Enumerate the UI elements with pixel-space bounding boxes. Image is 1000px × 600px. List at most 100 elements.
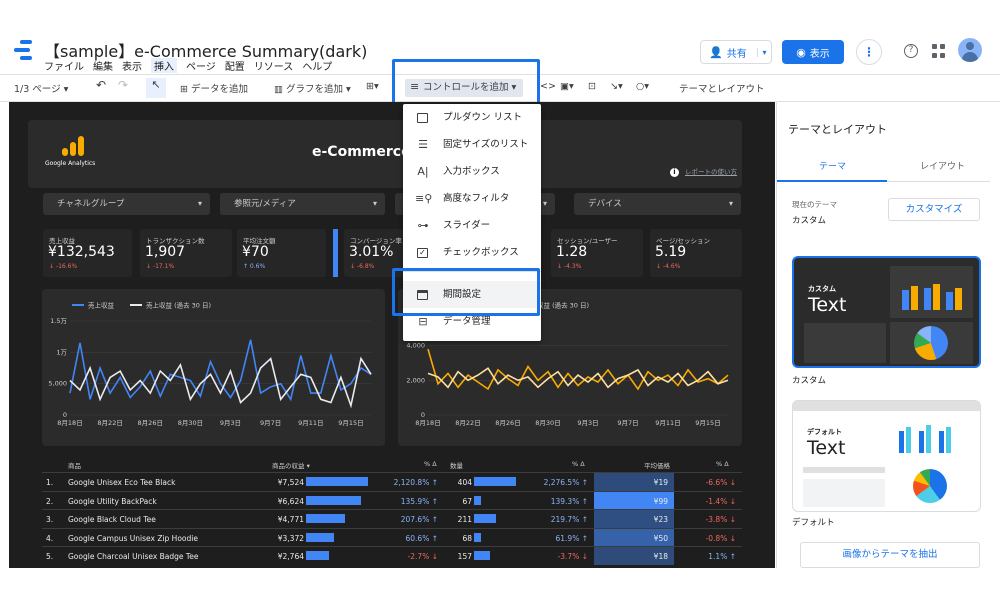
menu-item-dropdown-list[interactable]: プルダウン リスト [403,104,541,131]
chevron-down-icon[interactable]: ▾ [757,47,771,57]
table-row[interactable]: 5. Google Charcoal Unisex Badge Tee ¥2,764… [42,546,742,565]
kpi-revenue[interactable]: 売上収益 ¥132,543 ↓ -16.6% [43,229,132,277]
apps-icon[interactable] [932,44,946,58]
text-box-icon[interactable]: ⊡ [588,81,596,92]
legend-label: 売上収益 [88,301,115,310]
col-revenue[interactable]: 商品の収益 ▾ [272,460,310,470]
thumb-pie [913,469,947,503]
view-button[interactable]: ◉ 表示 [782,40,844,64]
revenue-line-chart[interactable]: 0 5,000 1万 1.5万 8月18日 8月22日 8月26日 8月30日 9月3日 9月7日… [42,289,385,446]
product-table[interactable]: 商品 商品の収益 ▾ % Δ 数量 % Δ 平均価格 % Δ 1. Google … [42,458,742,565]
col-price-delta[interactable]: % Δ [716,460,729,468]
qty-bar [474,532,481,542]
shape-tool-icon[interactable]: ○▾ [636,81,649,92]
select-pointer-icon[interactable]: ↖ [146,78,166,98]
x-tick-label: 8月26日 [138,419,163,427]
line-tool-icon[interactable]: ↘▾ [610,81,623,92]
theme-caption-custom: カスタム [792,376,827,386]
kpi-delta: ↑ 0.6% [243,263,266,270]
menu-item-input-box[interactable]: A| 入力ボックス [403,158,541,185]
theme-thumb-custom[interactable]: カスタム Text [792,256,981,368]
menu-item-label: データ管理 [443,316,491,327]
table-row[interactable]: 3. Google Black Cloud Tee ¥4,771 207.6% ↑ 21… [42,509,742,528]
image-icon[interactable]: ▣▾ [560,81,574,92]
table-row[interactable]: 2. Google Utility BackPack ¥6,624 135.9% ↑ 6… [42,490,742,510]
page-selector[interactable]: 1/3 ページ ▾ [14,81,68,95]
theme-layout-button[interactable]: テーマとレイアウト [679,81,765,95]
revenue-bar [306,532,334,542]
y-tick-label: 1万 [56,348,67,356]
filter-channel-group[interactable]: チャネルグループ [43,193,210,215]
avg-price-cell: ¥23 [594,510,674,528]
col-qty-delta[interactable]: % Δ [572,460,585,468]
report-help-link[interactable]: i レポートの使い方 [670,166,737,177]
customize-button[interactable]: カスタマイズ [888,198,980,221]
share-button[interactable]: 👤 共有 ▾ [700,40,772,64]
help-icon[interactable]: ? [904,44,918,58]
undo-icon[interactable]: ↶ [96,78,106,92]
kpi-transactions[interactable]: トランザクション数 1,907 ↓ -17.1% [140,229,232,277]
qty-delta: 2,276.5% ↑ [543,478,588,487]
tab-layout[interactable]: レイアウト [920,159,965,172]
product-name: Google Charcoal Unisex Badge Tee [68,552,199,561]
col-avg-price[interactable]: 平均価格 [644,460,670,470]
menu-item-slider[interactable]: ⊶ スライダー [403,212,541,239]
filter-device[interactable]: デバイス [574,193,741,215]
revenue-bar [306,495,361,505]
table-row[interactable]: 1. Google Unisex Eco Tee Black ¥7,524 2,120… [42,472,742,491]
menu-resource[interactable]: リソース [254,58,294,73]
menu-view[interactable]: 表示 [122,58,142,73]
avatar[interactable] [958,38,982,62]
menu-insert[interactable]: 挿入 [151,58,177,73]
menu-arrange[interactable]: 配置 [225,58,245,73]
thumb-panel [804,323,886,363]
redo-icon[interactable]: ↷ [118,78,128,92]
qty-value: 68 [462,533,472,543]
x-tick-label: 9月11日 [298,419,323,427]
qty-bar [474,495,481,505]
qty-bar [474,477,516,486]
kpi-sessions-per-user[interactable]: セッション/ユーザー 1.28 ↓ -4.3% [551,229,643,277]
col-qty[interactable]: 数量 [450,460,463,470]
community-viz-icon[interactable]: ⊞▾ [366,81,379,92]
revenue-value: ¥3,372 [277,533,304,543]
col-rev-delta[interactable]: % Δ [424,460,437,468]
add-chart-button[interactable]: ▥ グラフを追加 ▾ [274,81,351,95]
series-line-0 [69,339,372,402]
menu-item-fixed-list[interactable]: ☰ 固定サイズのリスト [403,131,541,158]
theme-thumb-default[interactable]: デフォルト Text [792,400,981,512]
avg-price-cell: ¥99 [594,491,674,510]
kpi-delta: ↓ -4.6% [656,263,681,270]
x-tick-label: 9月7日 [260,419,281,427]
revenue-delta: 135.9% ↑ [400,496,438,506]
menu-page[interactable]: ページ [186,58,216,73]
y-tick-label: 2,000 [406,376,425,384]
filter-source-medium[interactable]: 参照元/メディア [220,193,385,215]
input-box-icon: A| [417,165,429,178]
help-link-label: レポートの使い方 [685,168,737,176]
kpi-value: 1.28 [556,244,588,260]
add-data-button[interactable]: ⊞ データを追加 [180,81,248,95]
menu-file[interactable]: ファイル [44,58,84,73]
kpi-avg-order[interactable]: 平均注文額 ¥70 ↑ 0.6% [237,229,326,277]
revenue-delta: 207.6% ↑ [400,515,438,524]
menu-item-checkbox[interactable]: ✓ チェックボックス [403,239,541,266]
revenue-value: ¥7,524 [277,478,304,487]
extract-theme-button[interactable]: 画像からテーマを抽出 [800,542,980,568]
view-label: 表示 [809,48,830,60]
col-product[interactable]: 商品 [68,460,81,470]
embed-code-icon[interactable]: <> [540,81,556,92]
menu-help[interactable]: ヘルプ [302,58,332,73]
x-tick-label: 8月18日 [415,419,440,427]
more-vert-icon[interactable]: ⋮ [856,39,882,65]
advanced-filter-icon: ≡⚲ [415,192,433,205]
menu-edit[interactable]: 編集 [93,58,113,73]
kpi-pages-per-session[interactable]: ページ/セッション 5.19 ↓ -4.6% [650,229,742,277]
table-row[interactable]: 4. Google Campus Unisex Zip Hoodie ¥3,372 6… [42,527,742,547]
looker-studio-logo[interactable] [14,40,38,62]
tab-theme[interactable]: テーマ [819,159,846,172]
row-index: 1. [46,478,54,487]
x-tick-label: 9月15日 [695,419,720,427]
menu-item-advanced-filter[interactable]: ≡⚲ 高度なフィルタ [403,185,541,212]
qty-delta: 219.7% ↑ [550,515,588,524]
